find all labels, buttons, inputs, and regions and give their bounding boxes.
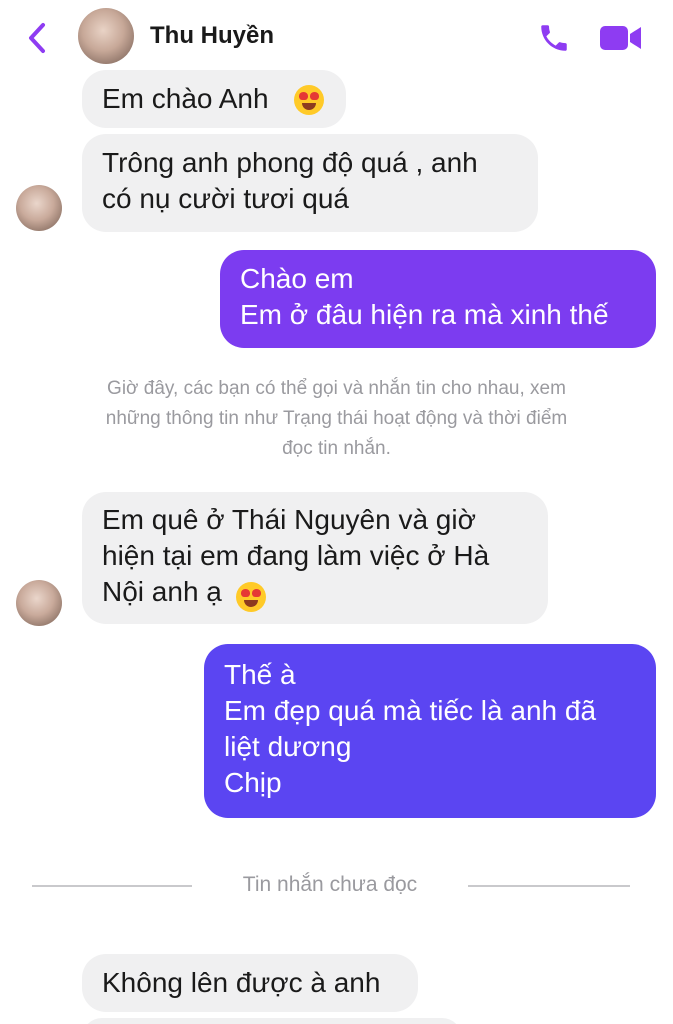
message-text: Chào em bbox=[240, 263, 354, 294]
heart-eyes-emoji bbox=[294, 85, 324, 115]
message-text: Em quê ở Thái Nguyên và giờ bbox=[102, 504, 476, 535]
voice-call-button[interactable] bbox=[536, 20, 572, 56]
contact-avatar-small[interactable] bbox=[16, 580, 62, 626]
chat-screen: Thu Huyền Em chào Anh Trông anh phong độ… bbox=[0, 0, 673, 1024]
video-call-button[interactable] bbox=[598, 22, 644, 54]
back-icon bbox=[29, 23, 45, 53]
contact-avatar[interactable] bbox=[78, 8, 134, 64]
message-text: hiện tại em đang làm việc ở Hà bbox=[102, 540, 490, 571]
notice-line: đọc tin nhắn. bbox=[282, 438, 391, 459]
outgoing-message[interactable]: Thế à Em đẹp quá mà tiếc là anh đã liệt … bbox=[204, 644, 656, 818]
outgoing-message[interactable]: Chào em Em ở đâu hiện ra mà xinh thế bbox=[220, 250, 656, 348]
divider-line-left bbox=[32, 885, 192, 887]
message-text: Thế à bbox=[224, 659, 296, 690]
phone-icon bbox=[541, 25, 567, 51]
incoming-message[interactable]: Không lên được à anh bbox=[82, 954, 418, 1012]
message-text: Em ở đâu hiện ra mà xinh thế bbox=[240, 299, 609, 330]
message-text: Chịp bbox=[224, 767, 282, 798]
message-text: Nội anh ạ bbox=[102, 576, 222, 607]
message-text: có nụ cười tươi quá bbox=[102, 183, 349, 214]
incoming-message[interactable]: Trông anh phong độ quá , anh có nụ cười … bbox=[82, 134, 538, 232]
message-text: Không lên được à anh bbox=[102, 967, 381, 998]
message-text: liệt dương bbox=[224, 731, 352, 762]
heart-eyes-emoji bbox=[236, 582, 266, 612]
message-text: Em chào Anh bbox=[102, 83, 269, 114]
contact-name[interactable]: Thu Huyền bbox=[150, 22, 274, 50]
contact-avatar-small[interactable] bbox=[16, 185, 62, 231]
notice-line: những thông tin như Trạng thái hoạt động… bbox=[105, 408, 568, 429]
incoming-message[interactable]: Em quê ở Thái Nguyên và giờ hiện tại em … bbox=[82, 492, 548, 624]
message-text: Trông anh phong độ quá , anh bbox=[102, 147, 478, 178]
divider-line-right bbox=[468, 885, 630, 887]
system-notice: Giờ đây, các bạn có thể gọi và nhắn tin … bbox=[20, 374, 653, 464]
unread-divider-label: Tin nhắn chưa đọc bbox=[242, 873, 418, 896]
notice-line: Giờ đây, các bạn có thể gọi và nhắn tin … bbox=[107, 378, 566, 399]
incoming-message-partial[interactable] bbox=[82, 1018, 462, 1024]
message-text: Em đẹp quá mà tiếc là anh đã bbox=[224, 695, 597, 726]
video-camera-icon bbox=[600, 26, 641, 50]
back-button[interactable] bbox=[22, 18, 52, 58]
chat-header: Thu Huyền bbox=[0, 0, 673, 74]
